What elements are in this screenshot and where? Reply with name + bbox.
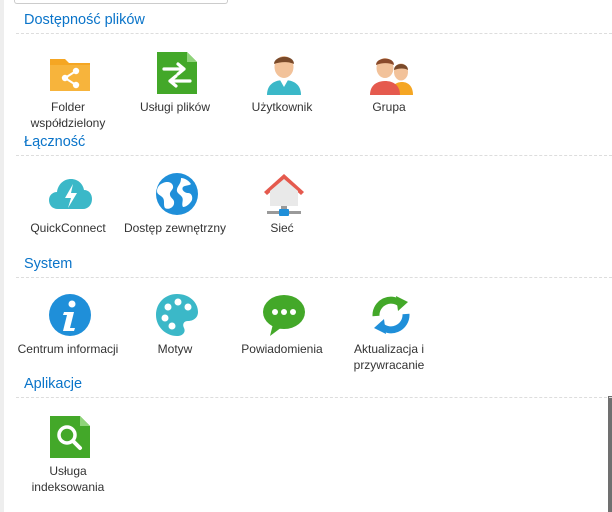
tile-label: Grupa	[372, 100, 406, 114]
tile-label: Sieć	[270, 221, 294, 235]
search-input[interactable]	[14, 0, 228, 4]
quickconnect-cloud-icon	[47, 171, 93, 217]
tile-label: Usługa indeksowania	[31, 464, 105, 494]
tile-label: Folder współdzielony	[30, 100, 106, 130]
tile-label: QuickConnect	[30, 221, 106, 235]
tile-label: Użytkownik	[251, 100, 313, 114]
palette-icon	[154, 292, 200, 338]
tile-label: Aktualizacja i przywracanie	[353, 342, 425, 372]
scrollbar[interactable]	[608, 396, 612, 512]
network-house-icon	[261, 171, 307, 217]
section-title: System	[24, 256, 73, 272]
shared-folder-icon	[47, 50, 93, 96]
tile-label: Centrum informacji	[17, 342, 119, 356]
tile-label: Dostęp zewnętrzny	[123, 221, 227, 235]
chat-bubble-icon	[261, 292, 307, 338]
section-divider	[16, 397, 612, 398]
left-panel-edge	[0, 0, 4, 512]
indexing-search-icon	[47, 414, 93, 460]
tile-label: Powiadomienia	[241, 342, 323, 356]
globe-icon	[154, 171, 200, 217]
section-title: Łączność	[24, 134, 86, 150]
info-icon	[47, 292, 93, 338]
section-divider	[16, 277, 612, 278]
section-divider	[16, 33, 612, 34]
group-icon	[368, 50, 414, 96]
section-divider	[16, 155, 612, 156]
section-title: Dostępność plików	[24, 12, 145, 28]
update-arrows-icon	[368, 292, 414, 338]
tile-label: Usługi plików	[139, 100, 211, 114]
file-services-icon	[154, 50, 200, 96]
section-title: Aplikacje	[24, 376, 83, 392]
user-icon	[261, 50, 307, 96]
tile-label: Motyw	[157, 342, 193, 356]
